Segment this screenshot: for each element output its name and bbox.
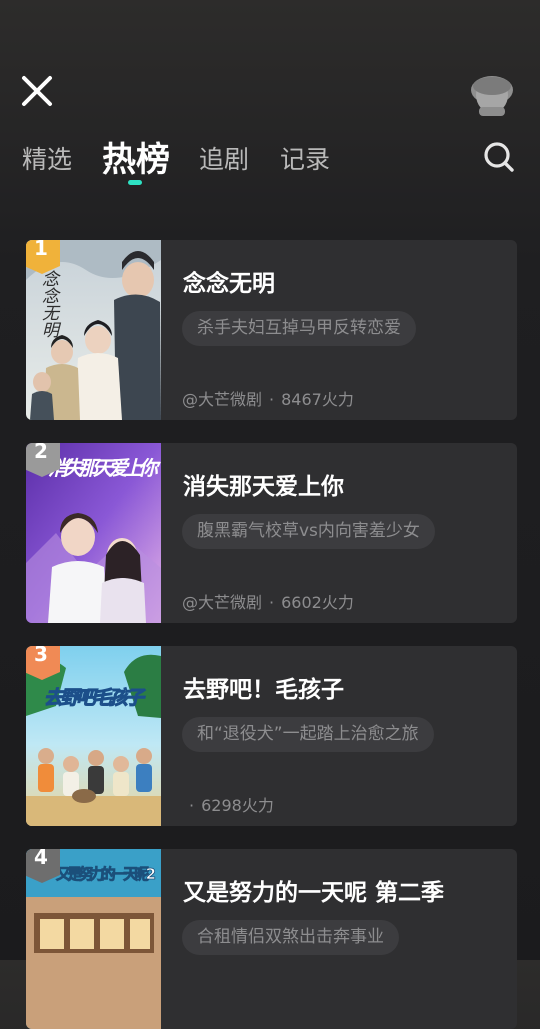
author-name[interactable]: @大芒微剧: [182, 593, 262, 612]
rank-number: 3: [34, 646, 48, 666]
drama-title[interactable]: 去野吧！毛孩子: [183, 670, 344, 704]
heat-count: 6298火力: [201, 796, 274, 815]
active-tab-indicator: [128, 180, 142, 185]
poster-title-art: 消失那天爱上你: [48, 456, 161, 480]
rank-number: 1: [34, 240, 48, 260]
author-name[interactable]: @大芒微剧: [182, 390, 262, 409]
ranking-card[interactable]: 念念无明 1 念念无明 杀手夫妇互掉马甲反转恋爱 @大芒微剧 · 8467火力: [26, 240, 517, 420]
drama-meta: @大芒微剧 · 8467火力: [182, 386, 354, 410]
poster-title-art: 又是努力的一天呢2: [56, 865, 156, 883]
meta-separator: ·: [269, 593, 275, 612]
ranking-card[interactable]: 去野吧毛孩子 3 去野吧！毛孩子 和“退役犬”一起踏上治愈之旅 · 6298火力: [26, 646, 517, 826]
drama-title[interactable]: 又是努力的一天呢 第二季: [183, 873, 444, 907]
meta-separator: ·: [189, 796, 195, 815]
drama-title[interactable]: 念念无明: [183, 264, 275, 298]
rank-badge: 4: [26, 849, 62, 883]
tab-following-dramas[interactable]: 追剧: [199, 140, 249, 176]
drama-poster[interactable]: 念念无明 1: [26, 240, 161, 420]
drama-tagline: 合租情侣双煞出击奔事业: [182, 920, 399, 955]
meta-separator: ·: [269, 390, 275, 409]
search-icon[interactable]: [483, 141, 515, 173]
tab-featured[interactable]: 精选: [22, 140, 72, 176]
close-icon[interactable]: [20, 74, 54, 108]
drama-title[interactable]: 消失那天爱上你: [183, 467, 344, 501]
rank-badge: 2: [26, 443, 62, 477]
drama-tagline: 腹黑霸气校草vs内向害羞少女: [182, 514, 435, 549]
drama-poster[interactable]: 去野吧毛孩子 3: [26, 646, 161, 826]
rank-badge: 3: [26, 646, 62, 680]
tab-hot-list[interactable]: 热榜: [102, 132, 170, 181]
drama-tagline: 杀手夫妇互掉马甲反转恋爱: [182, 311, 416, 346]
poster-title-art: 去野吧毛孩子: [44, 687, 146, 709]
drama-poster[interactable]: 又是努力的一天呢2 4: [26, 849, 161, 1029]
rank-number: 4: [34, 849, 48, 869]
drama-meta: · 6298火力: [182, 792, 274, 816]
drama-tagline: 和“退役犬”一起踏上治愈之旅: [182, 717, 434, 752]
ranking-card[interactable]: 又是努力的一天呢2 4 又是努力的一天呢 第二季 合租情侣双煞出击奔事业: [26, 849, 517, 1029]
drama-meta: @大芒微剧 · 6602火力: [182, 589, 354, 613]
rank-number: 2: [34, 443, 48, 463]
ranking-card[interactable]: 消失那天爱上你 2 消失那天爱上你 腹黑霸气校草vs内向害羞少女 @大芒微剧 · 6…: [26, 443, 517, 623]
rank-badge: 1: [26, 240, 62, 274]
poster-title-art: 念念无明: [38, 270, 59, 338]
heat-count: 6602火力: [281, 593, 354, 612]
user-avatar-icon[interactable]: [470, 72, 514, 116]
drama-poster[interactable]: 消失那天爱上你 2: [26, 443, 161, 623]
tab-history[interactable]: 记录: [280, 140, 330, 176]
heat-count: 8467火力: [281, 390, 354, 409]
top-tab-bar: 精选 热榜 追剧 记录: [0, 130, 540, 190]
